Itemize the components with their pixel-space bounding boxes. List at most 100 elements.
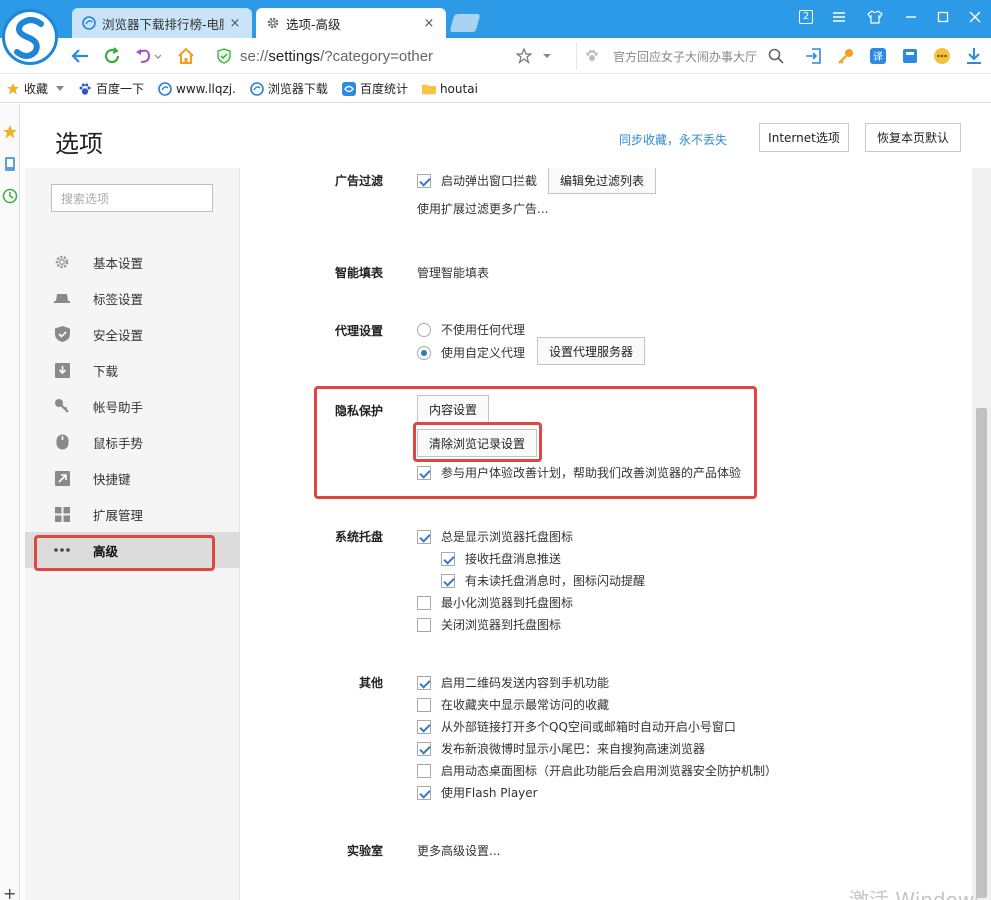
gear-icon <box>267 17 279 29</box>
shield-icon <box>53 325 71 343</box>
radio[interactable] <box>417 322 431 337</box>
qr-send-checkbox[interactable]: 启用二维码发送内容到手机功能 <box>417 674 609 691</box>
bookmark-browser-download[interactable]: 浏览器下载 <box>250 80 328 97</box>
sidebar-item-extensions[interactable]: 扩展管理 <box>25 496 240 532</box>
checkbox[interactable] <box>417 719 431 734</box>
more-advanced-link[interactable]: 更多高级设置... <box>417 842 500 859</box>
home-icon[interactable] <box>174 44 198 68</box>
svg-text:译: 译 <box>873 51 883 63</box>
checkbox[interactable] <box>417 741 431 756</box>
manage-autofill-link[interactable]: 管理智能填表 <box>417 264 489 281</box>
tablet-icon[interactable] <box>2 156 18 172</box>
bookmark-favorites[interactable]: 收藏 <box>6 80 65 97</box>
restore-default-button[interactable]: 恢复本页默认 <box>865 123 961 152</box>
download-manager-icon[interactable] <box>962 44 986 68</box>
tab-download-ranking[interactable]: 浏览器下载排行榜-电脑 × <box>72 8 252 38</box>
search-icon[interactable] <box>764 44 788 68</box>
checkbox[interactable] <box>417 763 431 778</box>
skin-shirt-icon[interactable] <box>866 6 884 28</box>
activation-watermark: 激活 Windows <box>849 888 985 900</box>
history-clock-icon[interactable] <box>2 188 18 204</box>
dynamic-icon-checkbox[interactable]: 启用动态桌面图标（开启此功能后会启用浏览器安全防护机制） <box>417 762 777 779</box>
popup-block-checkbox[interactable]: 启动弹出窗口拦截 <box>417 172 537 189</box>
maximize-icon[interactable] <box>934 6 952 28</box>
star-bookmark-icon[interactable] <box>512 44 536 68</box>
checkbox[interactable] <box>417 697 431 712</box>
minimize-to-tray-checkbox[interactable]: 最小化浏览器到托盘图标 <box>417 594 573 611</box>
checkbox[interactable] <box>417 529 431 544</box>
bookmark-llqzj[interactable]: www.llqzj. <box>158 82 236 96</box>
edit-whitelist-button[interactable]: 编辑免过滤列表 <box>548 168 656 194</box>
highlight-box-clear-history <box>413 422 542 462</box>
minimize-icon[interactable] <box>902 6 920 28</box>
add-icon[interactable]: + <box>3 884 16 900</box>
sidebar-item-security[interactable]: 安全设置 <box>25 316 240 352</box>
undo-close-icon[interactable] <box>132 44 164 68</box>
vertical-scrollbar[interactable] <box>972 168 991 900</box>
tab-close-icon[interactable]: × <box>228 16 242 31</box>
bookmark-baidu[interactable]: 百度一下 <box>78 80 144 97</box>
close-to-tray-checkbox[interactable]: 关闭浏览器到托盘图标 <box>417 616 561 633</box>
extensions-icon <box>53 505 71 523</box>
address-bar[interactable]: se://settings/?category=other <box>216 42 556 70</box>
address-dropdown-icon[interactable] <box>538 44 556 68</box>
show-frequent-checkbox[interactable]: 在收藏夹中显示最常访问的收藏 <box>417 696 609 713</box>
menu-icon[interactable] <box>830 6 848 28</box>
sidebar-item-shortcuts[interactable]: 快捷键 <box>25 460 240 496</box>
receive-push-checkbox[interactable]: 接收托盘消息推送 <box>441 550 561 567</box>
checkbox[interactable] <box>417 173 431 188</box>
reader-icon[interactable] <box>898 44 922 68</box>
sogou-browser-logo[interactable] <box>2 9 58 65</box>
adblock-more-link[interactable]: 使用扩展过滤更多广告... <box>417 200 548 217</box>
section-label-lab: 实验室 <box>346 844 383 858</box>
always-show-tray-checkbox[interactable]: 总是显示浏览器托盘图标 <box>417 528 573 545</box>
login-icon[interactable] <box>802 44 826 68</box>
checkbox[interactable] <box>417 465 431 480</box>
close-window-icon[interactable] <box>966 6 984 28</box>
tab-close-icon[interactable]: × <box>422 16 436 31</box>
sidebar-item-tabs[interactable]: 标签设置 <box>25 280 240 316</box>
bookmark-baidu-stats[interactable]: 百度统计 <box>341 80 408 97</box>
favorites-star-icon[interactable] <box>2 124 18 140</box>
baidu-paw-icon <box>78 82 92 96</box>
back-icon[interactable] <box>68 44 92 68</box>
title-bar: 浏览器下载排行榜-电脑 × 选项-高级 × 2 <box>0 0 991 38</box>
internet-options-button[interactable]: Internet选项 <box>759 123 849 152</box>
checkbox[interactable] <box>417 617 431 632</box>
sidebar-search-input[interactable]: 搜索选项 <box>51 184 213 212</box>
tab-icon <box>53 289 71 307</box>
section-label-tray: 系统托盘 <box>334 530 383 544</box>
checkbox[interactable] <box>441 573 455 588</box>
checkbox[interactable] <box>417 785 431 800</box>
bookmark-houtai[interactable]: houtai <box>421 82 478 96</box>
ux-plan-checkbox[interactable]: 参与用户体验改善计划，帮助我们改善浏览器的产品体验 <box>417 464 741 481</box>
emoji-icon[interactable] <box>930 44 954 68</box>
custom-proxy-radio[interactable]: 使用自定义代理 <box>417 344 525 361</box>
no-proxy-radio[interactable]: 不使用任何代理 <box>417 321 525 338</box>
scrollbar-thumb[interactable] <box>976 408 987 898</box>
tab-options-advanced[interactable]: 选项-高级 × <box>256 8 446 38</box>
search-box[interactable]: 官方回应女子大闹办事大厅 <box>576 42 786 70</box>
window-count-badge[interactable]: 2 <box>797 6 815 28</box>
weibo-tail-checkbox[interactable]: 发布新浪微博时显示小尾巴：来自搜狗高速浏览器 <box>417 740 705 757</box>
flash-player-checkbox[interactable]: 使用Flash Player <box>417 784 538 801</box>
content-settings-button[interactable]: 内容设置 <box>417 395 489 423</box>
sidebar-item-basic[interactable]: 基本设置 <box>25 244 240 280</box>
qq-small-window-checkbox[interactable]: 从外部链接打开多个QQ空间或邮箱时自动开启小号窗口 <box>417 718 736 735</box>
section-label-other: 其他 <box>358 676 383 690</box>
sidebar-item-account[interactable]: 帐号助手 <box>25 388 240 424</box>
star-icon <box>6 82 20 96</box>
refresh-icon[interactable] <box>100 44 124 68</box>
set-proxy-server-button[interactable]: 设置代理服务器 <box>537 337 645 365</box>
new-tab-button[interactable] <box>449 14 481 32</box>
translate-icon[interactable]: 译 <box>866 44 890 68</box>
checkbox[interactable] <box>417 595 431 610</box>
checkbox[interactable] <box>441 551 455 566</box>
key-icon[interactable] <box>834 44 858 68</box>
flash-unread-checkbox[interactable]: 有未读托盘消息时，图标闪动提醒 <box>441 572 645 589</box>
sync-link[interactable]: 同步收藏，永不丢失 <box>619 131 727 148</box>
sidebar-item-download[interactable]: 下载 <box>25 352 240 388</box>
radio[interactable] <box>417 345 431 360</box>
checkbox[interactable] <box>417 675 431 690</box>
sidebar-item-mouse-gesture[interactable]: 鼠标手势 <box>25 424 240 460</box>
